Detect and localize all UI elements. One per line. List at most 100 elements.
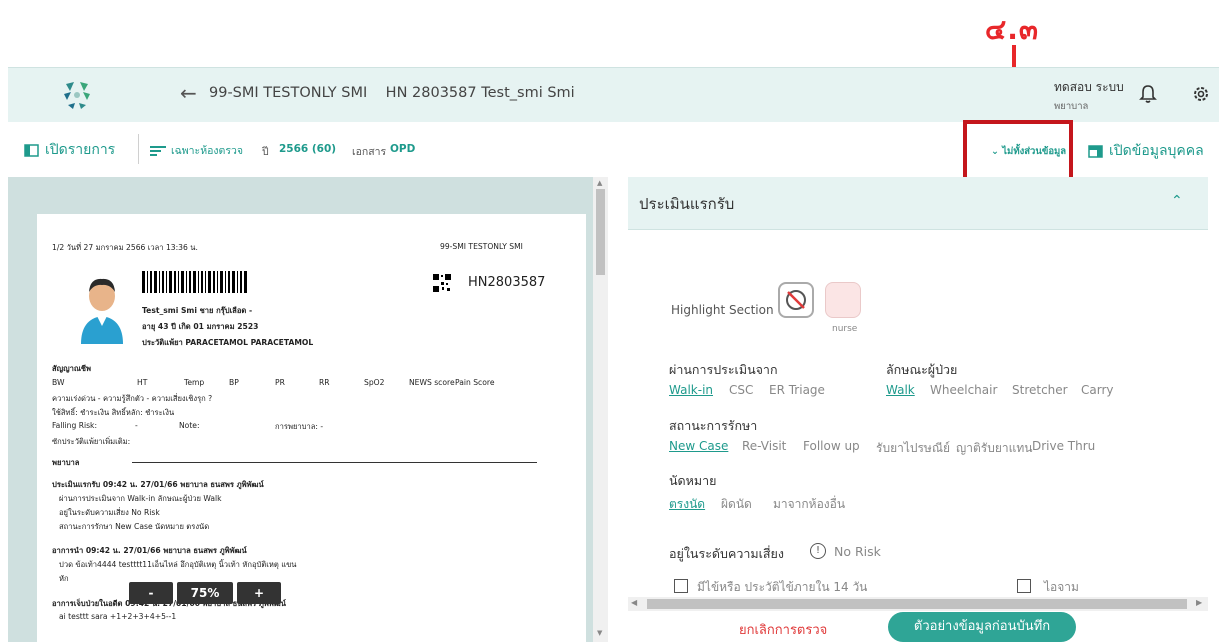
bell-icon[interactable] — [1137, 83, 1159, 105]
treatment-new-case[interactable]: New Case — [669, 439, 728, 453]
appointment-on-time[interactable]: ตรงนัด — [669, 495, 705, 514]
user-role: พยาบาล — [1054, 101, 1089, 112]
patient-avatar-icon — [81, 278, 123, 344]
chevron-up-icon[interactable]: ⌃ — [1171, 193, 1183, 209]
vitals-header-bp: BP — [229, 378, 239, 387]
open-list-label: เปิดรายการ — [45, 142, 116, 158]
page-info: 1/2 วันที่ 27 มกราคม 2566 เวลา 13:36 น. — [52, 243, 198, 252]
patient-age-line: อายุ 43 ปี เกิด 01 มกราคม 2523 — [142, 322, 259, 331]
highlight-section-label: Highlight Section — [671, 303, 774, 317]
source-option-er-triage[interactable]: ER Triage — [769, 383, 825, 397]
highlight-none-button[interactable] — [778, 282, 814, 318]
vitals-title: สัญญาณชีพ — [52, 364, 92, 373]
open-list-button[interactable]: เปิดรายการ — [24, 139, 115, 161]
zoom-out-button[interactable]: - — [129, 582, 173, 604]
nurse-heading: พยาบาล — [52, 458, 80, 467]
treatment-follow-up[interactable]: Follow up — [803, 439, 860, 453]
scroll-down-icon[interactable]: ▼ — [597, 629, 602, 637]
horizontal-scrollbar[interactable]: ◀ ▶ — [628, 597, 1208, 611]
horizontal-scrollbar-thumb[interactable] — [647, 599, 1187, 609]
preview-before-save-button[interactable]: ตัวอย่างข้อมูลก่อนบันทึก — [888, 612, 1076, 642]
year-label: ปี — [262, 146, 269, 158]
highlight-nurse-label: nurse — [832, 324, 858, 334]
past-illness-line: ai testtt sara +1+2+3+4+5--1 — [59, 612, 177, 621]
zoom-in-button[interactable]: + — [237, 582, 281, 604]
patient-title: 99-SMI TESTONLY SMI HN 2803587 Test_smi … — [209, 85, 575, 101]
chief-complaint-title: อาการนำ 09:42 น. 27/01/66 พยาบาล ธนสพร ภ… — [52, 546, 247, 555]
patient-type-label: ลักษณะผู้ป่วย — [886, 362, 958, 377]
cancel-exam-button[interactable]: ยกเลิกการตรวจ — [739, 619, 827, 640]
appointment-missed[interactable]: ผิดนัด — [721, 495, 752, 514]
vitals-header-bw: BW — [52, 378, 65, 387]
chief-complaint-line: หัก — [59, 574, 69, 583]
info-icon[interactable]: ! — [810, 543, 826, 559]
document-scrollbar[interactable]: ▲ ▼ — [593, 177, 608, 642]
patient-type-wheelchair[interactable]: Wheelchair — [930, 383, 997, 397]
vitals-header-temp: Temp — [184, 378, 205, 387]
assessment-section-header[interactable]: ประเมินแรกรับ ⌃ — [628, 177, 1208, 230]
assessment-panel: ประเมินแรกรับ ⌃ Highlight Section nurse … — [628, 177, 1208, 642]
risk-level-label: อยู่ในระดับความเสี่ยง — [669, 546, 784, 561]
vitals-header-spo2: SpO2 — [364, 378, 385, 387]
assessment-note-title: ประเมินแรกรับ 09:42 น. 27/01/66 พยาบาล ธ… — [52, 480, 264, 489]
cough-checkbox-label: ไอจาม — [1044, 580, 1079, 594]
open-person-label: เปิดข้อมูลบุคคล — [1109, 143, 1204, 159]
nurse-divider — [132, 462, 537, 463]
panel-icon — [1088, 144, 1103, 158]
scroll-right-icon[interactable]: ▶ — [1196, 598, 1202, 607]
more-allergy-label: ซักประวัติแพ้ยาเพิ่มเติม: — [52, 437, 131, 446]
user-name[interactable]: ทดสอบ ระบบ — [1054, 78, 1124, 97]
appointment-other-room[interactable]: มาจากห้องอื่น — [773, 495, 845, 514]
patient-type-stretcher[interactable]: Stretcher — [1012, 383, 1068, 397]
source-option-walkin[interactable]: Walk-in — [669, 383, 713, 397]
allergy-line: ประวัติแพ้ยา PARACETAMOL PARACETAMOL — [142, 338, 314, 347]
source-label: ผ่านการประเมินจาก — [669, 362, 778, 377]
treatment-mail-medicine[interactable]: รับยาไปรษณีย์ — [876, 439, 950, 458]
top-header: ← 99-SMI TESTONLY SMI HN 2803587 Test_sm… — [8, 67, 1219, 122]
treatment-revisit[interactable]: Re-Visit — [742, 439, 786, 453]
fever-checkbox-label: มีไข้หรือ ประวัติไข้ภายใน 14 วัน — [697, 580, 868, 594]
nursing-label: การพยาบาล: - — [275, 422, 324, 431]
assessment-title: ประเมินแรกรับ — [639, 195, 735, 213]
year-selector[interactable]: 2566 (60) — [279, 143, 336, 155]
source-option-csc[interactable]: CSC — [729, 383, 753, 397]
document-preview-pane: 1/2 วันที่ 27 มกราคม 2566 เวลา 13:36 น. … — [8, 177, 593, 644]
cough-checkbox[interactable] — [1017, 579, 1031, 593]
assessment-note-line: ผ่านการประเมินจาก Walk-in ลักษณะผู้ป่วย … — [59, 494, 222, 503]
document-page: 1/2 วันที่ 27 มกราคม 2566 เวลา 13:36 น. … — [37, 214, 586, 644]
treatment-drive-thru[interactable]: Drive Thru — [1032, 439, 1095, 453]
falling-risk-value: - — [135, 421, 138, 430]
scrollbar-thumb[interactable] — [596, 189, 605, 275]
appointment-label: นัดหมาย — [669, 473, 717, 488]
fever-checkbox[interactable] — [674, 579, 688, 593]
vitals-header-news: NEWS score — [409, 378, 455, 387]
back-arrow-icon[interactable]: ← — [180, 81, 197, 105]
chief-complaint-line: ปวด ข้อเท้า4444 testttt11เอ็นไหล่ อึกอุบ… — [59, 560, 297, 569]
patient-name-line: Test_smi Smi ชาย กรุ๊ปเลือด - — [142, 306, 253, 315]
treatment-relative-pickup[interactable]: ญาติรับยาแทน — [956, 439, 1032, 458]
risk-level-value: No Risk — [834, 544, 881, 559]
qr-code-icon — [432, 273, 452, 293]
highlight-nurse-button[interactable] — [825, 282, 861, 318]
urgency-line: ความเร่งด่วน - ความรู้สึกตัว - ความเสี่ย… — [52, 394, 213, 403]
assessment-note-line: สถานะการรักษา New Case นัดหมาย ตรงนัด — [59, 522, 210, 531]
filter-button[interactable]: เฉพาะห้องตรวจ — [150, 142, 243, 159]
vitals-header-rr: RR — [319, 378, 330, 387]
scroll-left-icon[interactable]: ◀ — [631, 598, 637, 607]
filter-icon — [150, 145, 166, 156]
vitals-header-pr: PR — [275, 378, 285, 387]
filter-label: เฉพาะห้องตรวจ — [171, 145, 244, 157]
facility-name: 99-SMI TESTONLY SMI — [440, 242, 523, 251]
zoom-controls: - 75% + — [129, 582, 281, 604]
document-type-selector[interactable]: OPD — [390, 143, 415, 155]
treatment-status-label: สถานะการรักษา — [669, 418, 758, 433]
app-logo-icon[interactable] — [60, 78, 94, 112]
open-person-info-button[interactable]: เปิดข้อมูลบุคคล — [1088, 140, 1204, 162]
gear-icon[interactable] — [1191, 84, 1211, 104]
patient-type-carry[interactable]: Carry — [1081, 383, 1114, 397]
scroll-up-icon[interactable]: ▲ — [597, 179, 602, 187]
patient-type-walk[interactable]: Walk — [886, 383, 915, 397]
note-label: Note: — [179, 421, 200, 430]
hn-number: HN2803587 — [468, 275, 546, 290]
zoom-level: 75% — [177, 582, 233, 604]
